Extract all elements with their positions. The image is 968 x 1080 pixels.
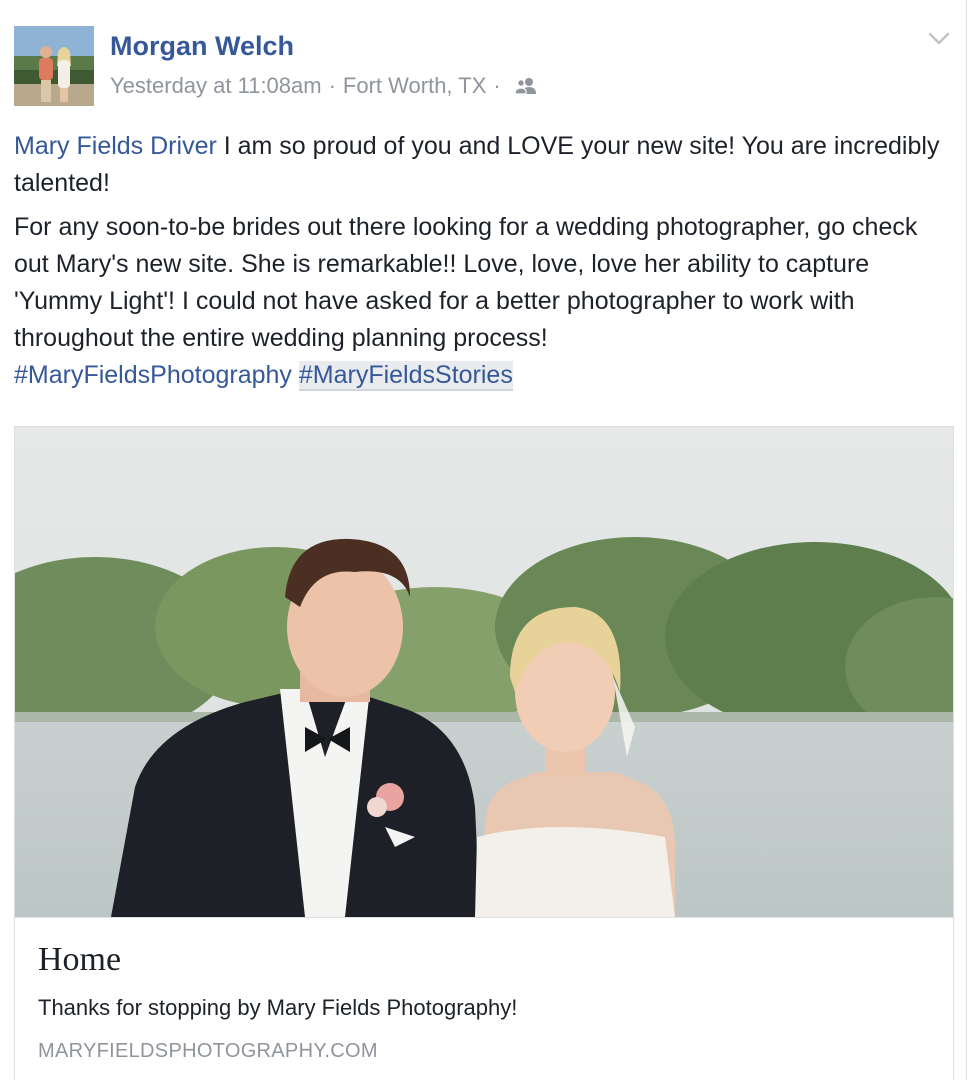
chevron-down-icon[interactable] xyxy=(926,30,952,48)
friends-icon[interactable] xyxy=(514,77,540,95)
meta-separator: · xyxy=(493,73,501,98)
wedding-photo xyxy=(15,427,953,917)
link-preview-domain: MARYFIELDSPHOTOGRAPHY.COM xyxy=(38,1040,378,1062)
post-meta: Yesterday at 11:08am · Fort Worth, TX · xyxy=(110,72,540,100)
post-timestamp[interactable]: Yesterday at 11:08am xyxy=(110,72,322,100)
link-preview-image[interactable] xyxy=(15,427,953,917)
facebook-post: Morgan Welch Yesterday at 11:08am · Fort… xyxy=(0,0,967,1080)
link-preview-card[interactable]: Home Thanks for stopping by Mary Fields … xyxy=(14,426,954,1080)
post-text: For any soon-to-be brides out there look… xyxy=(14,213,918,352)
mention-link[interactable]: Mary Fields Driver xyxy=(14,132,217,160)
link-preview-title[interactable]: Home xyxy=(38,939,121,981)
post-paragraph: Mary Fields Driver I am so proud of you … xyxy=(14,128,954,202)
hashtag-link[interactable]: #MaryFieldsStories xyxy=(298,361,513,391)
avatar[interactable] xyxy=(14,26,94,106)
post-paragraph: For any soon-to-be brides out there look… xyxy=(14,209,954,394)
card-divider xyxy=(15,917,953,918)
post-body: Mary Fields Driver I am so proud of you … xyxy=(14,128,954,401)
post-location[interactable]: Fort Worth, TX xyxy=(343,72,486,100)
avatar-photo xyxy=(14,26,94,106)
link-preview-description: Thanks for stopping by Mary Fields Photo… xyxy=(38,995,518,1020)
hashtag-link[interactable]: #MaryFieldsPhotography xyxy=(14,361,292,389)
author-name[interactable]: Morgan Welch xyxy=(110,30,294,62)
meta-separator: · xyxy=(328,73,336,98)
